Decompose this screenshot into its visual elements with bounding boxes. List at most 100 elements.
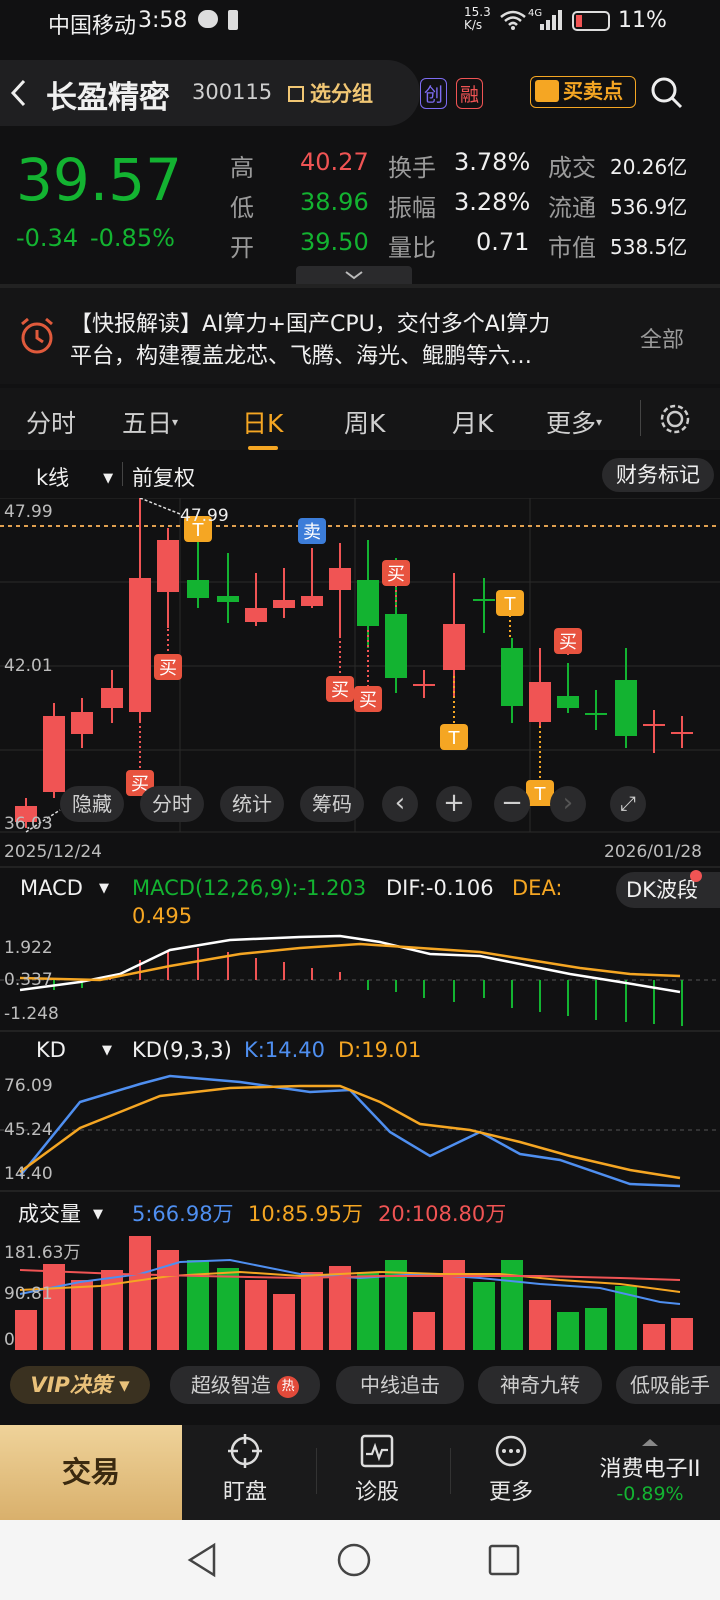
volume-bar <box>557 1312 579 1350</box>
low-value: 38.96 <box>300 188 369 216</box>
candle-body <box>245 608 267 622</box>
divider <box>640 400 641 436</box>
zoom-in-icon[interactable]: + <box>436 786 472 822</box>
high-label: 高 <box>230 154 254 182</box>
vol-ma5: 5:66.98万 <box>132 1202 234 1226</box>
macd-dea-label: DEA: <box>512 876 563 900</box>
candle-body <box>157 540 179 592</box>
news-all-link[interactable]: 全部 <box>640 322 684 354</box>
add-group-button[interactable]: 选分组 <box>288 78 373 108</box>
hot-badge: 热 <box>277 1376 300 1398</box>
trade-button[interactable]: 交易 <box>0 1425 182 1520</box>
search-icon[interactable] <box>650 76 684 110</box>
tab-five-day[interactable]: 五日▾ <box>122 404 178 440</box>
candle-body <box>473 599 495 601</box>
y-axis-mid: 42.01 <box>4 656 53 676</box>
finance-marker-button[interactable]: 财务标记 <box>602 458 714 492</box>
candle-body <box>385 614 407 678</box>
strategy-chip-dip[interactable]: 低吸能手 <box>616 1366 720 1404</box>
kd-select[interactable]: KD ▼ <box>36 1038 112 1062</box>
system-home-icon[interactable] <box>336 1542 372 1578</box>
amplitude-label: 振幅 <box>388 194 436 222</box>
candle-body <box>217 596 239 602</box>
chevron-right-icon[interactable]: › <box>550 786 586 822</box>
tab-intraday[interactable]: 分时 <box>26 404 76 440</box>
kd-y3: 14.40 <box>4 1164 53 1184</box>
dk-band-button[interactable]: DK波段 <box>616 872 720 908</box>
signal-t-label: T <box>448 728 461 749</box>
candle-body <box>615 680 637 736</box>
chinext-badge: 创 <box>420 78 448 109</box>
nav-more[interactable]: 更多 <box>466 1434 556 1506</box>
tab-weekly-k[interactable]: 周K <box>344 404 385 440</box>
kd-k: K:14.40 <box>244 1038 325 1062</box>
nav-diagnose[interactable]: 诊股 <box>332 1434 422 1506</box>
volume-bar <box>671 1318 693 1350</box>
chips-button[interactable]: 筹码 <box>300 786 364 822</box>
candle-body <box>443 624 465 670</box>
tab-daily-k[interactable]: 日K <box>242 404 283 440</box>
strategy-chip-midline[interactable]: 中线追击 <box>336 1366 464 1404</box>
stats-button[interactable]: 统计 <box>220 786 284 822</box>
stock-code: 300115 <box>192 80 273 104</box>
macd-select[interactable]: MACD ▼ <box>20 876 109 900</box>
candle-body <box>329 568 351 590</box>
adjust-mode[interactable]: 前复权 <box>132 462 195 492</box>
tab-monthly-k[interactable]: 月K <box>452 404 493 440</box>
strategy-chip-nine[interactable]: 神奇九转 <box>478 1366 602 1404</box>
float-cap-value: 536.9亿 <box>610 195 688 219</box>
system-back-icon[interactable] <box>186 1542 218 1578</box>
candle-body <box>71 712 93 734</box>
margin-badge: 融 <box>456 78 484 109</box>
chevron-down-icon <box>345 271 363 280</box>
volume-chart[interactable] <box>0 1234 720 1354</box>
back-icon[interactable] <box>8 78 30 108</box>
system-recents-icon[interactable] <box>488 1544 520 1576</box>
system-nav-bar <box>0 1520 720 1600</box>
macd-value: MACD(12,26,9):-1.203 <box>132 876 367 900</box>
wifi-icon <box>500 10 526 30</box>
candle-body <box>43 716 65 792</box>
volume-bar <box>129 1236 151 1350</box>
expand-quote-button[interactable] <box>296 266 412 284</box>
checkbox-icon <box>288 86 304 102</box>
vol-y3: 0 <box>4 1330 15 1350</box>
kd-d: D:19.01 <box>338 1038 422 1062</box>
settings-gear-icon[interactable] <box>658 402 692 436</box>
kd-chart[interactable] <box>0 1072 720 1190</box>
volume-select[interactable]: 成交量 ▼ <box>18 1198 103 1228</box>
signal-buy-label: 买 <box>331 680 349 701</box>
vol-y2: 90.81 <box>4 1284 53 1304</box>
intraday-button[interactable]: 分时 <box>140 786 204 822</box>
vol-y1: 181.63万 <box>4 1243 81 1263</box>
zoom-out-icon[interactable]: − <box>494 786 530 822</box>
sector-index[interactable]: 消费电子II -0.89% <box>580 1432 720 1505</box>
d-line <box>19 1084 681 1180</box>
vol-ma10: 10:85.95万 <box>248 1202 363 1226</box>
kd-y2: 45.24 <box>4 1120 53 1140</box>
nav-watch[interactable]: 盯盘 <box>200 1434 290 1506</box>
high-pointer <box>139 498 181 515</box>
kline-type-select[interactable]: k线 ▼ <box>36 462 113 492</box>
tab-more[interactable]: 更多▾ <box>546 404 602 440</box>
market-cap-label: 市值 <box>548 234 596 262</box>
volume-bar <box>245 1280 267 1350</box>
macd-chart[interactable] <box>0 930 720 1030</box>
chevron-left-icon[interactable]: ‹ <box>382 786 418 822</box>
volume-bar <box>473 1282 495 1350</box>
fullscreen-icon[interactable]: ⤢ <box>610 786 646 822</box>
candle-body <box>643 724 665 726</box>
buy-sell-points-button[interactable]: 买卖点 <box>530 76 636 108</box>
candle-body <box>529 682 551 722</box>
kd-params: KD(9,3,3) <box>132 1038 232 1062</box>
divider <box>450 1448 451 1494</box>
volume-bar <box>71 1280 93 1350</box>
battery-level: 11% <box>618 8 667 33</box>
open-label: 开 <box>230 234 254 262</box>
kd-y1: 76.09 <box>4 1076 53 1096</box>
vip-decision-chip[interactable]: VIP决策 ▾ <box>10 1366 150 1404</box>
hide-button[interactable]: 隐藏 <box>60 786 124 822</box>
signal-sell-label: 卖 <box>303 522 321 543</box>
sector-change: -0.89% <box>616 1483 684 1505</box>
strategy-chip-smart[interactable]: 超级智造 热 <box>170 1366 320 1404</box>
